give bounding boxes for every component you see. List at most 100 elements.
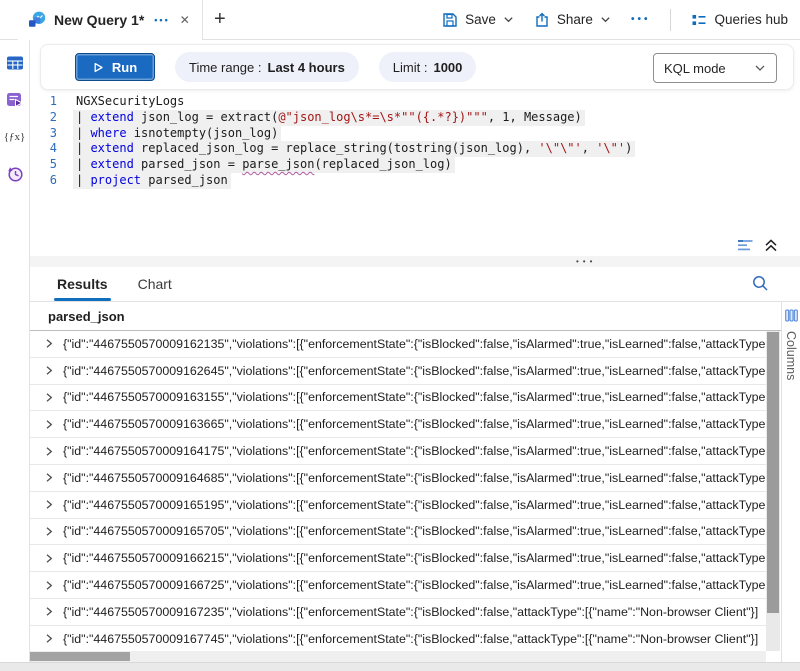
save-label: Save — [465, 12, 496, 27]
limit-pill[interactable]: Limit : 1000 — [379, 52, 477, 82]
row-expand-chevron-icon[interactable] — [44, 633, 54, 644]
functions-icon[interactable]: {ƒx} — [6, 128, 24, 146]
table-row[interactable]: {"id":"4467550570009167235","violations"… — [30, 599, 766, 626]
row-json-text: {"id":"4467550570009163155","violations"… — [63, 390, 766, 404]
table-row[interactable]: {"id":"4467550570009164685","violations"… — [30, 465, 766, 492]
editor-line[interactable]: 3| where isnotempty(json_log) — [31, 126, 800, 142]
table-row[interactable]: {"id":"4467550570009163665","violations"… — [30, 411, 766, 438]
row-expand-chevron-icon[interactable] — [44, 446, 54, 457]
search-icon[interactable] — [751, 274, 770, 298]
row-json-text: {"id":"4467550570009164175","violations"… — [63, 444, 766, 458]
collapse-editor-icon[interactable] — [764, 238, 778, 253]
editor-panel-controls — [737, 238, 778, 253]
columns-icon[interactable] — [785, 309, 798, 322]
results-panel: Results Chart parsed_json {"id":"4467550… — [30, 267, 800, 671]
table-row[interactable]: {"id":"4467550570009162645","violations"… — [30, 358, 766, 385]
row-json-text: {"id":"4467550570009162135","violations"… — [63, 337, 766, 351]
column-header-parsed-json[interactable]: parsed_json — [48, 309, 125, 324]
table-row[interactable]: {"id":"4467550570009165195","violations"… — [30, 492, 766, 519]
row-json-text: {"id":"4467550570009165195","violations"… — [63, 498, 766, 512]
limit-label: Limit : — [393, 60, 428, 75]
save-icon — [442, 12, 458, 28]
editor-line[interactable]: 1NGXSecurityLogs — [31, 94, 800, 110]
table-row[interactable]: {"id":"4467550570009166725","violations"… — [30, 572, 766, 599]
format-lines-icon[interactable] — [737, 238, 754, 253]
run-label: Run — [112, 60, 137, 75]
columns-side-panel: Columns — [781, 302, 800, 662]
left-sidebar: {ƒx} — [0, 40, 30, 662]
row-json-text: {"id":"4467550570009165705","violations"… — [63, 524, 766, 538]
tab-chart[interactable]: Chart — [138, 276, 172, 301]
code-text: | extend replaced_json_log = replace_str… — [73, 141, 635, 157]
line-number: 5 — [31, 157, 73, 173]
row-json-text: {"id":"4467550570009164685","violations"… — [63, 471, 766, 485]
row-expand-chevron-icon[interactable] — [44, 338, 54, 349]
editor-line[interactable]: 4| extend replaced_json_log = replace_st… — [31, 141, 800, 157]
row-expand-chevron-icon[interactable] — [44, 499, 54, 510]
mode-chevron-down-icon — [754, 62, 766, 74]
tab-more-icon[interactable]: ••• — [154, 15, 169, 25]
code-text: | project parsed_json — [73, 173, 231, 189]
editor-line[interactable]: 5| extend parsed_json = parse_json(repla… — [31, 157, 800, 173]
new-tab-button[interactable]: + — [203, 0, 237, 40]
table-row[interactable]: {"id":"4467550570009167745","violations"… — [30, 626, 766, 653]
line-number: 3 — [31, 126, 73, 142]
divider — [670, 9, 671, 31]
grid-header-row[interactable]: parsed_json — [30, 302, 800, 331]
horizontal-scrollbar-thumb[interactable] — [30, 652, 130, 661]
vertical-scrollbar-thumb[interactable] — [767, 332, 779, 613]
row-expand-chevron-icon[interactable] — [44, 392, 54, 403]
row-expand-chevron-icon[interactable] — [44, 526, 54, 537]
vertical-scrollbar[interactable] — [766, 331, 780, 651]
code-text: | where isnotempty(json_log) — [73, 126, 281, 142]
row-json-text: {"id":"4467550570009167235","violations"… — [63, 605, 758, 619]
table-row[interactable]: {"id":"4467550570009165705","violations"… — [30, 519, 766, 546]
query-editor[interactable]: 1NGXSecurityLogs2| extend json_log = ext… — [31, 94, 800, 254]
play-icon — [93, 62, 104, 73]
save-button[interactable]: Save — [442, 12, 514, 28]
splitter-handle-icon[interactable]: ••• — [576, 257, 596, 266]
table-row[interactable]: {"id":"4467550570009162135","violations"… — [30, 331, 766, 358]
tab-results[interactable]: Results — [57, 276, 108, 301]
editor-line[interactable]: 2| extend json_log = extract(@"json_log\… — [31, 110, 800, 126]
editor-line[interactable]: 6| project parsed_json — [31, 173, 800, 189]
query-tab[interactable]: New Query 1* ••• ✕ — [18, 0, 203, 40]
row-expand-chevron-icon[interactable] — [44, 365, 54, 376]
code-text: NGXSecurityLogs — [73, 94, 187, 110]
tab-close-icon[interactable]: ✕ — [180, 13, 190, 27]
history-icon[interactable] — [6, 165, 24, 183]
row-expand-chevron-icon[interactable] — [44, 419, 54, 430]
share-icon — [534, 12, 550, 28]
time-range-pill[interactable]: Time range : Last 4 hours — [175, 52, 359, 82]
line-number: 1 — [31, 94, 73, 110]
table-row[interactable]: {"id":"4467550570009164175","violations"… — [30, 438, 766, 465]
row-json-text: {"id":"4467550570009166725","violations"… — [63, 578, 766, 592]
panel-splitter[interactable]: ••• — [30, 256, 800, 267]
results-tabs-row: Results Chart — [30, 267, 800, 302]
code-text: | extend json_log = extract(@"json_log\s… — [73, 110, 585, 126]
table-row[interactable]: {"id":"4467550570009163155","violations"… — [30, 385, 766, 412]
queries-hub-button[interactable]: Queries hub — [691, 12, 788, 28]
columns-panel-label[interactable]: Columns — [784, 331, 798, 380]
more-options-icon[interactable]: ••• — [631, 14, 651, 25]
query-editor-icon[interactable] — [6, 91, 24, 109]
horizontal-scrollbar[interactable] — [30, 651, 766, 662]
tables-icon[interactable] — [6, 54, 24, 72]
queries-hub-icon — [691, 12, 707, 28]
kql-mode-select[interactable]: KQL mode — [653, 53, 777, 83]
top-bar: New Query 1* ••• ✕ + Save — [0, 0, 800, 40]
row-expand-chevron-icon[interactable] — [44, 606, 54, 617]
row-expand-chevron-icon[interactable] — [44, 580, 54, 591]
queries-hub-label: Queries hub — [714, 12, 788, 27]
bottom-strip — [0, 662, 800, 671]
row-expand-chevron-icon[interactable] — [44, 553, 54, 564]
save-chevron-down-icon — [503, 14, 514, 25]
results-rows: {"id":"4467550570009162135","violations"… — [30, 331, 766, 653]
table-row[interactable]: {"id":"4467550570009166215","violations"… — [30, 545, 766, 572]
row-expand-chevron-icon[interactable] — [44, 472, 54, 483]
tab-title: New Query 1* — [54, 12, 144, 28]
row-json-text: {"id":"4467550570009162645","violations"… — [63, 364, 766, 378]
query-toolbar: Run Time range : Last 4 hours Limit : 10… — [40, 44, 794, 90]
share-button[interactable]: Share — [534, 12, 611, 28]
run-button[interactable]: Run — [75, 53, 155, 81]
